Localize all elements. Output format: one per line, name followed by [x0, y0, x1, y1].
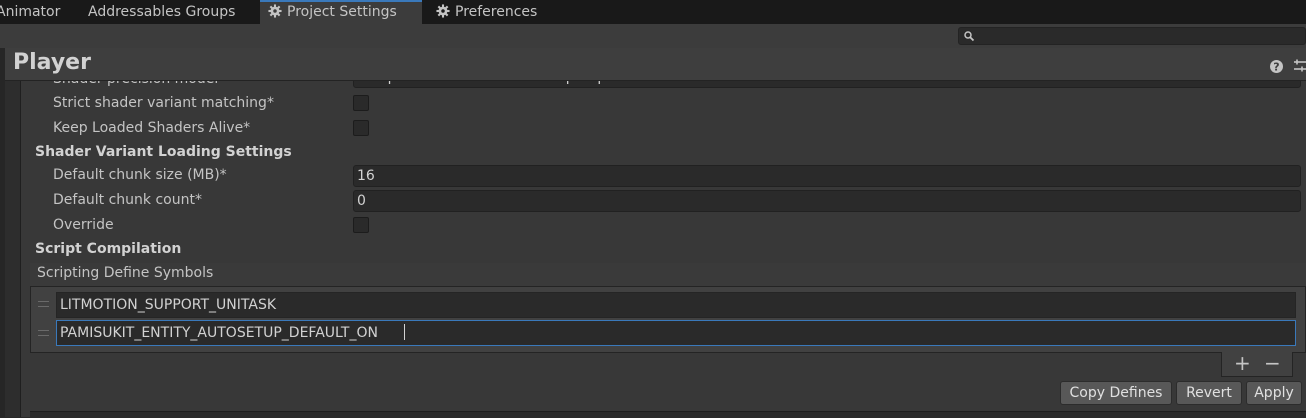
chunk-size-label: Default chunk size (MB)* — [53, 167, 227, 183]
define-symbols-list-header: Scripting Define Symbols — [30, 263, 1306, 287]
chunk-size-field[interactable]: 16 — [353, 165, 1301, 187]
help-icon[interactable]: ? — [1270, 60, 1283, 73]
tab-animator[interactable]: Animator — [0, 0, 60, 24]
copy-defines-button[interactable]: Copy Defines — [1060, 381, 1172, 405]
define-symbols-list-title: Scripting Define Symbols — [37, 265, 214, 281]
apply-button[interactable]: Apply — [1246, 381, 1302, 405]
chunk-count-field[interactable]: 0 — [353, 190, 1301, 212]
gear-icon — [268, 4, 282, 18]
override-label: Override — [53, 217, 114, 233]
drag-handle[interactable] — [38, 330, 49, 336]
text-caret — [404, 324, 405, 340]
tab-preferences[interactable]: Preferences — [436, 0, 537, 24]
drag-handle[interactable] — [38, 301, 49, 307]
presets-icon[interactable] — [1293, 59, 1306, 73]
search-icon — [964, 31, 975, 42]
revert-button[interactable]: Revert — [1176, 381, 1242, 405]
define-symbol-item[interactable]: PAMISUKIT_ENTITY_AUTOSETUP_DEFAULT_ON — [56, 320, 1296, 346]
chunk-count-label: Default chunk count* — [53, 192, 202, 208]
panel-header — [5, 48, 1306, 81]
gear-icon — [436, 4, 450, 18]
editor-tab-bar: Animator Addressables Groups Project Set… — [0, 0, 1306, 24]
override-checkbox[interactable] — [353, 217, 369, 233]
script-compilation-section-title: Script Compilation — [35, 241, 182, 257]
tab-addressables-groups[interactable]: Addressables Groups — [88, 0, 235, 24]
search-input[interactable] — [958, 27, 1306, 45]
strict-shader-variant-label: Strict shader variant matching* — [53, 95, 274, 111]
tab-project-settings[interactable]: Project Settings — [260, 0, 422, 24]
define-symbol-item[interactable]: LITMOTION_SUPPORT_UNITASK — [56, 292, 1296, 318]
panel-left-strip — [0, 48, 5, 417]
keep-loaded-shaders-checkbox[interactable] — [353, 120, 369, 136]
strict-shader-variant-checkbox[interactable] — [353, 95, 369, 111]
svg-text:?: ? — [1273, 61, 1279, 74]
shader-variant-section-title: Shader Variant Loading Settings — [35, 144, 292, 160]
remove-symbol-button[interactable]: − — [1264, 353, 1281, 373]
add-symbol-button[interactable]: + — [1234, 353, 1251, 373]
list-footer: + − — [1221, 352, 1293, 377]
page-title: Player — [13, 50, 91, 75]
keep-loaded-shaders-label: Keep Loaded Shaders Alive* — [53, 120, 251, 136]
